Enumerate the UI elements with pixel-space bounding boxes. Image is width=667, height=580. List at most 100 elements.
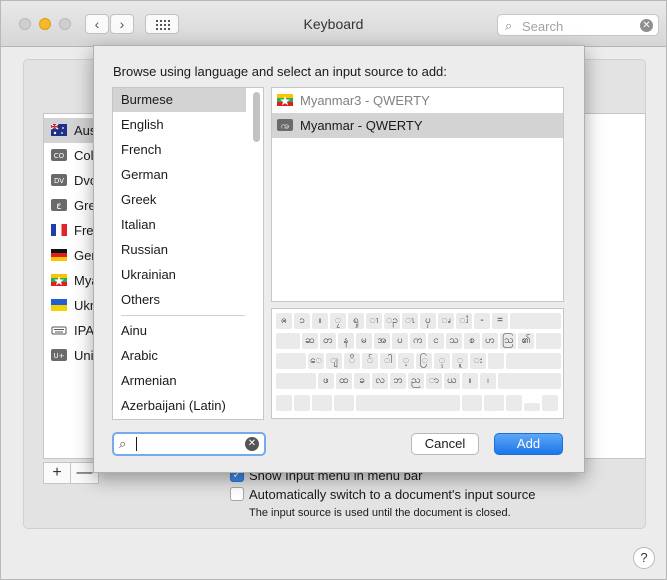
keyboard-key: ပ bbox=[392, 333, 408, 349]
clear-search-icon[interactable]: ✕ bbox=[245, 437, 259, 451]
clear-search-icon[interactable]: ✕ bbox=[640, 19, 653, 32]
flag-ukraine-icon bbox=[51, 299, 67, 311]
keyboard-key: ါ bbox=[380, 353, 396, 369]
keyboard-key: ူ bbox=[452, 353, 468, 369]
keyboard-key: ျ bbox=[326, 353, 342, 369]
language-item[interactable]: Italian bbox=[113, 213, 246, 237]
keyboard-key: န bbox=[338, 333, 354, 349]
auto-switch-label: Automatically switch to a document's inp… bbox=[249, 486, 536, 502]
input-source-option[interactable]: Myanmar3 - QWERTY bbox=[272, 88, 563, 113]
auto-switch-note: The input source is used until the docum… bbox=[249, 507, 511, 519]
language-item[interactable]: Greek bbox=[113, 188, 246, 212]
keyboard-key: ဆ bbox=[302, 333, 318, 349]
svg-text:DV: DV bbox=[54, 177, 64, 185]
language-item[interactable]: Azerbaijani (Latin) bbox=[113, 394, 246, 418]
flag-myanmar-icon bbox=[51, 274, 67, 286]
language-item[interactable]: Ukrainian bbox=[113, 263, 246, 287]
language-item[interactable]: French bbox=[113, 138, 246, 162]
language-item[interactable]: Russian bbox=[113, 238, 246, 262]
keyboard-layout-preview: ၐ ၥ ။ ၠ ၡ ၢ ၣ ၤ ၦ ၧ ၨ - = ဆ တ န မ အ ပ က … bbox=[271, 308, 564, 419]
keyboard-key bbox=[524, 403, 540, 411]
add-remove-control: + — bbox=[43, 462, 99, 484]
keyboard-preferences-window: ‹ › Keyboard ⌕ Search ✕ Australian CO Co… bbox=[0, 0, 667, 580]
keyboard-key: ့ bbox=[398, 353, 414, 369]
language-item[interactable]: Armenian bbox=[113, 369, 246, 393]
language-list-separator bbox=[121, 315, 245, 316]
keyboard-key bbox=[484, 395, 504, 411]
keyboard-key bbox=[276, 373, 316, 389]
add-input-source-button[interactable]: + bbox=[44, 463, 72, 483]
keyboard-key: = bbox=[492, 313, 508, 329]
keyboard-key: စ bbox=[464, 333, 480, 349]
language-item[interactable]: Burmese bbox=[113, 88, 246, 112]
preferences-search-field[interactable]: ⌕ Search ✕ bbox=[497, 14, 659, 36]
language-item[interactable]: German bbox=[113, 163, 246, 187]
language-item[interactable]: Arabic bbox=[113, 344, 246, 368]
add-button[interactable]: Add bbox=[494, 433, 563, 455]
co-badge-icon: CO bbox=[51, 149, 67, 161]
keyboard-key: ု bbox=[434, 353, 450, 369]
keyboard-key: ိ bbox=[344, 353, 360, 369]
myanmar-letter-badge-icon: ꩠ bbox=[277, 119, 293, 131]
keyboard-key: ၊ bbox=[480, 373, 496, 389]
language-list-scrollbar[interactable] bbox=[253, 92, 260, 142]
keyboard-key: ြ bbox=[416, 353, 432, 369]
keyboard-key: ဖ bbox=[318, 373, 334, 389]
search-placeholder: Search bbox=[522, 19, 564, 34]
keyboard-key: ၡ bbox=[348, 313, 364, 329]
greek-badge-icon: ε bbox=[51, 199, 67, 211]
keyboard-key: လ bbox=[372, 373, 388, 389]
input-source-option-label: Myanmar - QWERTY bbox=[300, 118, 423, 133]
keyboard-key: ဟ bbox=[482, 333, 498, 349]
title-bar: ‹ › Keyboard ⌕ Search ✕ bbox=[1, 1, 666, 47]
keyboard-key: ဩ bbox=[500, 333, 516, 349]
keyboard-key bbox=[276, 395, 292, 411]
auto-switch-checkbox[interactable] bbox=[230, 487, 244, 501]
keyboard-icon bbox=[51, 326, 67, 335]
input-source-options-list[interactable]: Myanmar3 - QWERTY ꩠ Myanmar - QWERTY bbox=[271, 87, 564, 302]
flag-france-icon bbox=[51, 224, 67, 236]
sheet-prompt: Browse using language and select an inpu… bbox=[113, 64, 447, 79]
add-input-source-sheet: Browse using language and select an inpu… bbox=[93, 45, 585, 473]
keyboard-key: ၠ bbox=[330, 313, 346, 329]
keyboard-key: ယ bbox=[444, 373, 460, 389]
language-list[interactable]: Burmese English French German Greek Ital… bbox=[112, 87, 264, 420]
svg-text:U+: U+ bbox=[54, 352, 65, 360]
keyboard-key: သ bbox=[446, 333, 462, 349]
keyboard-key bbox=[334, 395, 354, 411]
cancel-button[interactable]: Cancel bbox=[411, 433, 479, 455]
keyboard-key: ၨ bbox=[456, 313, 472, 329]
keyboard-key bbox=[276, 353, 306, 369]
keyboard-key: ာ bbox=[426, 373, 442, 389]
keyboard-key: - bbox=[474, 313, 490, 329]
keyboard-key bbox=[506, 353, 561, 369]
keyboard-key bbox=[498, 373, 561, 389]
input-source-option[interactable]: ꩠ Myanmar - QWERTY bbox=[272, 113, 563, 138]
keyboard-key: တ bbox=[320, 333, 336, 349]
keyboard-key: ။ bbox=[312, 313, 328, 329]
search-icon: ⌕ bbox=[119, 436, 127, 451]
keyboard-key: ၢ bbox=[366, 313, 382, 329]
keyboard-key bbox=[276, 333, 300, 349]
keyboard-key: ေ bbox=[308, 353, 324, 369]
keyboard-key: ၧ bbox=[438, 313, 454, 329]
keyboard-key: ။ bbox=[462, 373, 478, 389]
keyboard-key: ၦ bbox=[420, 313, 436, 329]
keyboard-key bbox=[536, 333, 561, 349]
language-search-field[interactable]: ⌕ ✕ bbox=[112, 432, 266, 456]
language-item[interactable]: English bbox=[113, 113, 246, 137]
unicode-badge-icon: U+ bbox=[51, 349, 67, 361]
help-button[interactable]: ? bbox=[633, 547, 655, 569]
auto-switch-option[interactable]: Automatically switch to a document's inp… bbox=[230, 485, 535, 503]
svg-text:ε: ε bbox=[56, 201, 61, 211]
keyboard-key: ၥ bbox=[294, 313, 310, 329]
svg-text:CO: CO bbox=[54, 152, 65, 160]
flag-myanmar-icon bbox=[277, 94, 293, 106]
keyboard-key bbox=[506, 395, 522, 411]
language-item[interactable]: Ainu bbox=[113, 319, 246, 343]
keyboard-key: ၏ bbox=[518, 333, 534, 349]
keyboard-key: ည bbox=[408, 373, 424, 389]
keyboard-key: အ bbox=[374, 333, 390, 349]
keyboard-key: ဘ bbox=[390, 373, 406, 389]
language-item[interactable]: Others bbox=[113, 288, 246, 312]
